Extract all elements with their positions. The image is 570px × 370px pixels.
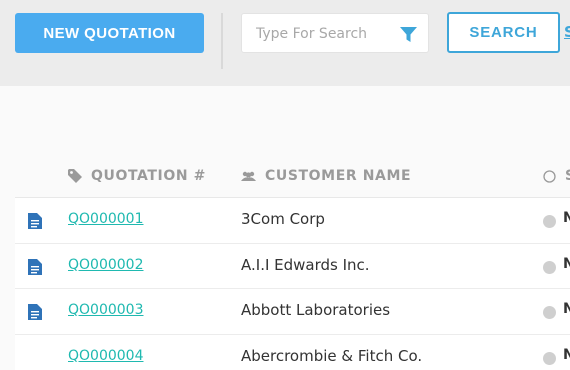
- table-row[interactable]: QO000002 A.I.I Edwards Inc. N: [15, 243, 570, 289]
- search-input[interactable]: [256, 23, 386, 45]
- customer-name: Abercrombie & Fitch Co.: [241, 346, 423, 365]
- table-header: QUOTATION # CUSTOMER NAME S: [15, 156, 570, 198]
- search-button[interactable]: SEARCH: [447, 12, 560, 53]
- document-icon[interactable]: [28, 304, 42, 320]
- toolbar-divider: [221, 13, 223, 69]
- header-status-label: S: [565, 168, 570, 184]
- customer-name: 3Com Corp: [241, 210, 325, 228]
- filter-icon[interactable]: [400, 27, 417, 43]
- customer-name: Abbott Laboratories: [241, 301, 391, 319]
- circle-icon: [543, 169, 556, 183]
- header-status[interactable]: S: [543, 168, 570, 184]
- quotation-link[interactable]: QO000003: [68, 302, 143, 318]
- status-dot: [543, 306, 556, 319]
- table-row[interactable]: QO000003 Abbott Laboratories N: [15, 289, 570, 335]
- status-text: N: [563, 255, 570, 272]
- quotation-link[interactable]: QO000002: [68, 257, 143, 273]
- table-row[interactable]: QO000004 Abercrombie & Fitch Co. N: [15, 334, 570, 370]
- header-quotation-label: QUOTATION #: [91, 168, 206, 184]
- document-icon[interactable]: [28, 258, 42, 275]
- status-dot: [543, 215, 556, 228]
- users-icon: [241, 171, 256, 181]
- search-box: [241, 13, 429, 53]
- toolbar: NEW QUOTATION SEARCH S: [0, 0, 570, 86]
- toolbar-link-cut[interactable]: S: [564, 23, 570, 41]
- status-dot: [543, 351, 556, 365]
- status-text: N: [563, 346, 570, 363]
- header-quotation[interactable]: QUOTATION #: [68, 168, 206, 184]
- new-quotation-button[interactable]: NEW QUOTATION: [15, 13, 204, 53]
- quotation-link[interactable]: QO000001: [68, 211, 143, 227]
- quotation-table: QUOTATION # CUSTOMER NAME S QO000001: [15, 156, 570, 370]
- customer-name: A.I.I Edwards Inc.: [241, 255, 370, 274]
- status-dot: [543, 260, 556, 274]
- status-text: N: [563, 210, 570, 226]
- header-customer-name[interactable]: CUSTOMER NAME: [241, 168, 411, 184]
- tag-icon: [68, 169, 82, 183]
- table-row[interactable]: QO000001 3Com Corp N: [15, 198, 570, 244]
- document-icon[interactable]: [28, 213, 42, 229]
- header-customer-label: CUSTOMER NAME: [265, 168, 412, 184]
- quotation-link[interactable]: QO000004: [68, 348, 143, 364]
- status-text: N: [563, 301, 570, 317]
